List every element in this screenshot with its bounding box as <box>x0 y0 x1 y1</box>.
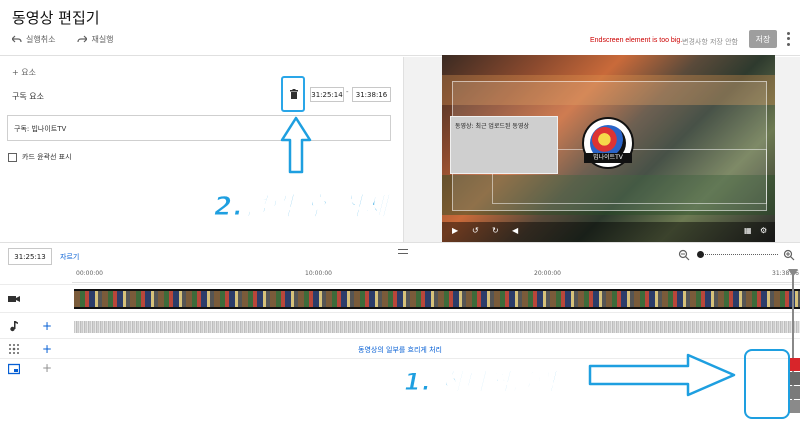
video-preview[interactable]: 동영상: 최근 업로드된 동영상 빕나이트TV ▶ ↺ ↻ ◀ ▦ ⚙ <box>442 55 775 242</box>
settings-icon[interactable]: ⚙ <box>760 226 767 236</box>
endscreen-element-block[interactable] <box>789 400 800 413</box>
card-outline-label: 카드 윤곽선 표시 <box>22 153 72 161</box>
audio-track: + <box>0 312 800 338</box>
add-audio-button[interactable]: + <box>42 320 52 332</box>
error-message: Endscreen element is too big. <box>590 37 683 44</box>
redo-button[interactable]: 재실행 <box>91 34 113 45</box>
ruler-label: 10:00:00 <box>305 270 332 277</box>
channel-logo-text: 빕나이트TV <box>584 153 632 163</box>
current-time-field[interactable]: 31:25:13 <box>8 248 52 265</box>
end-time-input[interactable]: 31:38:16 <box>352 87 391 102</box>
zoom-slider[interactable] <box>700 254 778 256</box>
zoom-slider-knob[interactable] <box>697 251 704 258</box>
rewind-icon[interactable]: ↺ <box>472 226 479 236</box>
annotation-arrow-right <box>588 353 736 397</box>
undo-button[interactable]: 실행취소 <box>26 34 55 45</box>
volume-icon[interactable]: ◀ <box>512 226 518 236</box>
annotation-highlight-box <box>744 349 790 419</box>
delete-annotation-box <box>281 76 305 112</box>
audio-waveform[interactable] <box>74 321 800 333</box>
endscreen-element-block[interactable] <box>789 358 800 371</box>
undo-icon[interactable] <box>11 35 22 45</box>
more-options-icon[interactable] <box>784 31 792 47</box>
annotation-step-1: 1. 하나씩클릭 <box>404 368 557 397</box>
subscribe-element-label: 구독 요소 <box>12 92 44 101</box>
endscreen-element-stack[interactable] <box>789 358 800 416</box>
preview-area: 동영상: 최근 업로드된 동영상 빕나이트TV ▶ ↺ ↻ ◀ ▦ ⚙ <box>403 55 800 242</box>
zoom-out-icon[interactable] <box>678 249 690 261</box>
channel-field[interactable]: 구독: 빕나이트TV <box>7 115 391 141</box>
undo-redo-row: 실행취소 재실행 <box>11 34 114 45</box>
endscreen-element-block[interactable] <box>789 372 800 385</box>
trash-icon[interactable] <box>290 89 298 99</box>
start-time-input[interactable]: 31:25:14 <box>310 87 344 102</box>
play-icon[interactable]: ▶ <box>452 226 458 236</box>
endscreen-element-block[interactable] <box>789 386 800 399</box>
trim-button[interactable]: 자르기 <box>60 252 79 262</box>
timeline-ruler <box>72 279 800 283</box>
zoom-in-icon[interactable] <box>783 249 795 261</box>
discard-changes-button[interactable]: 변경사항 저장 안함 <box>682 37 738 47</box>
card-outline-row[interactable]: 카드 윤곽선 표시 <box>8 152 72 162</box>
editor-header: 동영상 편집기 실행취소 재실행 Endscreen element is to… <box>0 0 800 56</box>
time-separator: - <box>346 88 349 96</box>
card-outline-checkbox[interactable] <box>8 152 17 162</box>
video-track <box>0 284 800 312</box>
page-title: 동영상 편집기 <box>12 9 100 27</box>
annotation-arrow-up <box>280 116 312 174</box>
redo-icon[interactable] <box>77 35 89 45</box>
annotation-step-2: 2.클릭 후 삭제 <box>214 192 389 223</box>
video-camera-icon <box>8 296 20 302</box>
grid-icon[interactable]: ▦ <box>744 226 752 236</box>
forward-icon[interactable]: ↻ <box>492 226 499 236</box>
endscreen-icon <box>8 363 20 375</box>
video-element-card[interactable]: 동영상: 최근 업로드된 동영상 <box>450 116 558 174</box>
add-endscreen-button[interactable]: + <box>42 362 52 374</box>
ruler-label: 20:00:00 <box>534 270 561 277</box>
save-button[interactable]: 저장 <box>749 30 777 48</box>
ruler-label: 00:00:00 <box>76 270 103 277</box>
resize-handle[interactable] <box>398 249 408 254</box>
add-element-button[interactable]: + 요소 <box>12 67 36 78</box>
music-note-icon <box>10 321 18 332</box>
